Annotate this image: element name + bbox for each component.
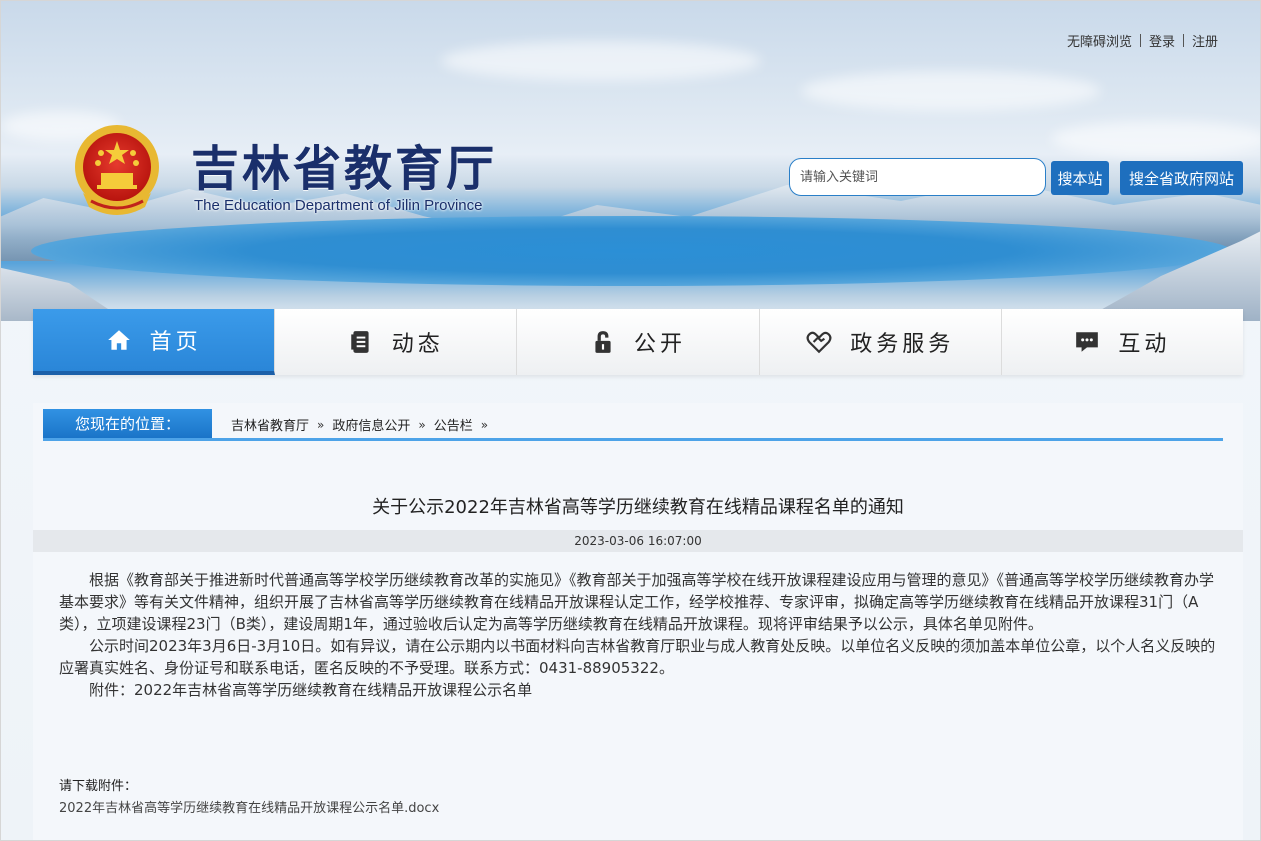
lake-image [31,216,1231,286]
breadcrumb: 您现在的位置： 吉林省教育厅 » 政府信息公开 » 公告栏 » [43,409,1223,441]
article-date: 2023-03-06 16:07:00 [33,530,1243,552]
breadcrumb-item[interactable]: 政府信息公开 [332,415,410,434]
article-paragraph: 附件：2022年吉林省高等学历继续教育在线精品开放课程公示名单 [89,681,533,699]
national-emblem-icon [75,125,159,215]
nav-item-label: 政务服务 [850,332,955,357]
breadcrumb-trail: 吉林省教育厅 » 政府信息公开 » 公告栏 » [231,415,492,435]
nav-item-news[interactable]: 动态 [275,309,518,375]
nav-item-label: 首页 [149,330,202,355]
search-input[interactable] [789,158,1046,196]
article-container: 您现在的位置： 吉林省教育厅 » 政府信息公开 » 公告栏 » 关于公示2022… [33,403,1243,840]
site-subtitle: The Education Department of Jilin Provin… [194,197,483,214]
header-banner: 无障碍浏览 登录 注册 吉林省教育厅 The Education Departm… [1,1,1260,321]
nav-item-label: 公开 [634,332,687,357]
page-frame: 无障碍浏览 登录 注册 吉林省教育厅 The Education Departm… [0,0,1261,841]
handshake-heart-icon [806,331,832,354]
breadcrumb-item[interactable]: 公告栏 [434,415,473,434]
nav-item-services[interactable]: 政务服务 [759,309,1002,375]
nav-item-home[interactable]: 首页 [33,309,276,375]
main-nav: 首页 动态 公开 政务服务 互动 [33,309,1244,375]
breadcrumb-separator: » [480,417,489,432]
login-link[interactable]: 登录 [1149,31,1175,50]
nav-item-interact[interactable]: 互动 [1001,309,1244,375]
article-title: 关于公示2022年吉林省高等学历继续教育在线精品课程名单的通知 [372,497,904,518]
download-label: 请下载附件： [59,779,138,794]
lock-icon [595,331,611,353]
article-body: 根据《教育部关于推进新时代普通高等学校学历继续教育改革的实施见》《教育部关于加强… [59,569,1219,701]
accessibility-link[interactable]: 无障碍浏览 [1067,31,1132,50]
nav-item-label: 动态 [391,332,444,357]
article-paragraph: 公示时间2023年3月6日-3月10日。如有异议，请在公示期内以书面材料向吉林省… [59,637,1216,677]
divider [1139,34,1141,47]
nav-item-open[interactable]: 公开 [517,309,760,375]
search-gov-button[interactable]: 搜全省政府网站 [1120,161,1243,195]
search-site-button[interactable]: 搜本站 [1051,161,1109,195]
divider [1182,34,1184,47]
register-link[interactable]: 注册 [1192,31,1218,50]
top-links: 无障碍浏览 登录 注册 [1067,31,1218,50]
nav-item-label: 互动 [1118,332,1171,357]
site-title: 吉林省教育厅 [191,141,498,197]
document-icon [351,331,369,353]
breadcrumb-separator: » [418,417,426,432]
article-paragraph: 根据《教育部关于推进新时代普通高等学校学历继续教育改革的实施见》《教育部关于加强… [59,571,1215,633]
breadcrumb-separator: » [317,417,325,432]
breadcrumb-label: 您现在的位置： [43,409,212,438]
home-icon [107,330,130,350]
chat-icon [1076,332,1099,352]
breadcrumb-item[interactable]: 吉林省教育厅 [231,415,309,434]
attachment-download-link[interactable]: 2022年吉林省高等学历继续教育在线精品开放课程公示名单.docx [59,797,439,816]
